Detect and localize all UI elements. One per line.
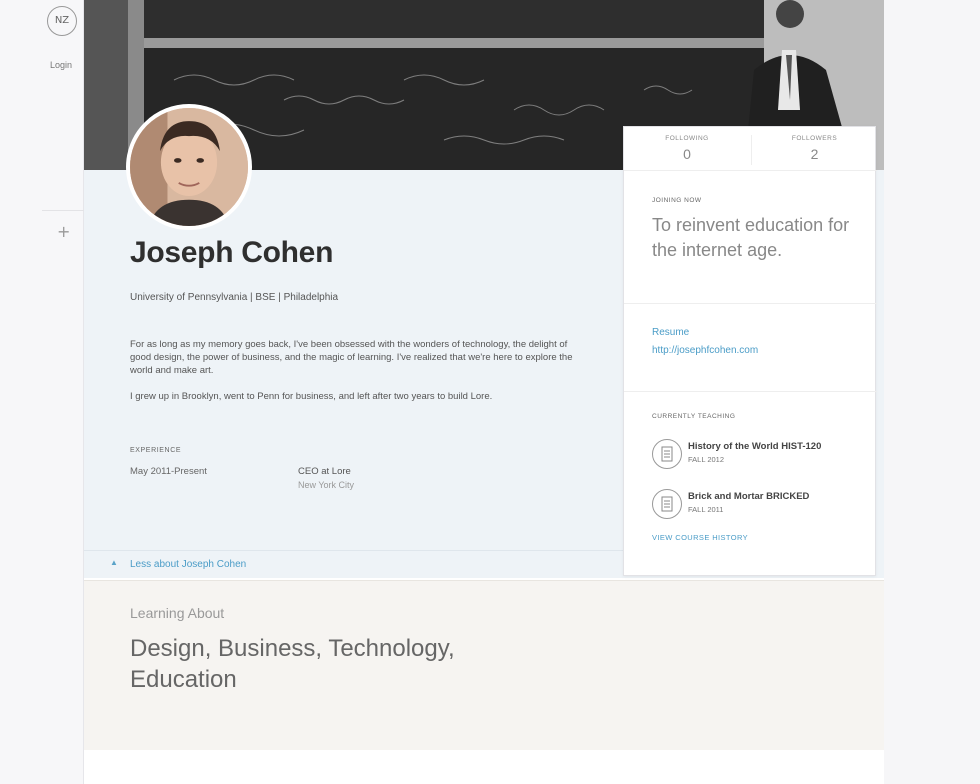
course-term: FALL 2011 xyxy=(688,505,724,514)
profile-bio: For as long as my memory goes back, I've… xyxy=(130,338,590,403)
bio-paragraph: For as long as my memory goes back, I've… xyxy=(130,339,573,376)
course-item[interactable]: Brick and Mortar BRICKED FALL 2011 xyxy=(652,487,862,521)
profile-subline: University of Pennsylvania | BSE | Phila… xyxy=(130,292,339,303)
page-bottom xyxy=(84,750,884,784)
login-link[interactable]: Login xyxy=(50,60,72,70)
mission-statement: To reinvent education for the internet a… xyxy=(652,215,850,260)
course-title: History of the World HIST-120 xyxy=(688,441,822,452)
followers-label: Followers xyxy=(791,135,838,142)
learning-topics: Design, Business, Technology, Education xyxy=(130,635,455,693)
followers-count: 2 xyxy=(810,146,819,162)
follow-stats: Following 0 Followers 2 xyxy=(624,127,877,171)
experience-dates: May 2011-Present xyxy=(130,466,207,477)
logo-icon[interactable]: NZ xyxy=(47,6,77,36)
mission-label: Joining Now xyxy=(652,197,702,204)
divider xyxy=(624,391,877,392)
avatar xyxy=(126,104,252,230)
divider xyxy=(624,303,877,304)
website-link[interactable]: http://josephfcohen.com xyxy=(652,345,758,356)
course-item[interactable]: History of the World HIST-120 FALL 2012 xyxy=(652,437,862,471)
experience-location: New York City xyxy=(298,480,355,490)
course-title: Brick and Mortar BRICKED xyxy=(688,491,810,502)
caret-up-icon[interactable]: ▲ xyxy=(110,558,118,567)
profile-name: Joseph Cohen xyxy=(130,236,334,269)
less-about-link[interactable]: Less about Joseph Cohen xyxy=(130,559,246,570)
followers-stat[interactable]: Followers 2 xyxy=(751,135,877,165)
following-label: Following xyxy=(665,135,709,142)
teaching-label: Currently Teaching xyxy=(652,413,736,420)
resume-link[interactable]: Resume xyxy=(652,327,689,338)
profile-sidebar-card: Following 0 Followers 2 Joining Now To r… xyxy=(623,126,877,576)
following-stat[interactable]: Following 0 xyxy=(624,135,750,162)
experience-role: CEO at Lore xyxy=(298,466,351,477)
learning-about-label: Learning About xyxy=(130,605,225,621)
book-icon xyxy=(652,489,682,519)
bio-paragraph: I grew up in Brooklyn, went to Penn for … xyxy=(130,391,493,402)
left-rail: NZ Login + xyxy=(0,0,84,784)
rail-divider xyxy=(42,210,84,211)
book-icon xyxy=(652,439,682,469)
experience-label: Experience xyxy=(130,447,182,454)
course-term: FALL 2012 xyxy=(688,455,725,464)
less-about-bar: ▲ Less about Joseph Cohen xyxy=(84,550,624,578)
plus-icon[interactable]: + xyxy=(57,222,70,241)
learning-about-section: Learning About Design, Business, Technol… xyxy=(84,580,884,750)
course-history-link[interactable]: View course history xyxy=(652,533,748,542)
following-count: 0 xyxy=(683,146,691,162)
